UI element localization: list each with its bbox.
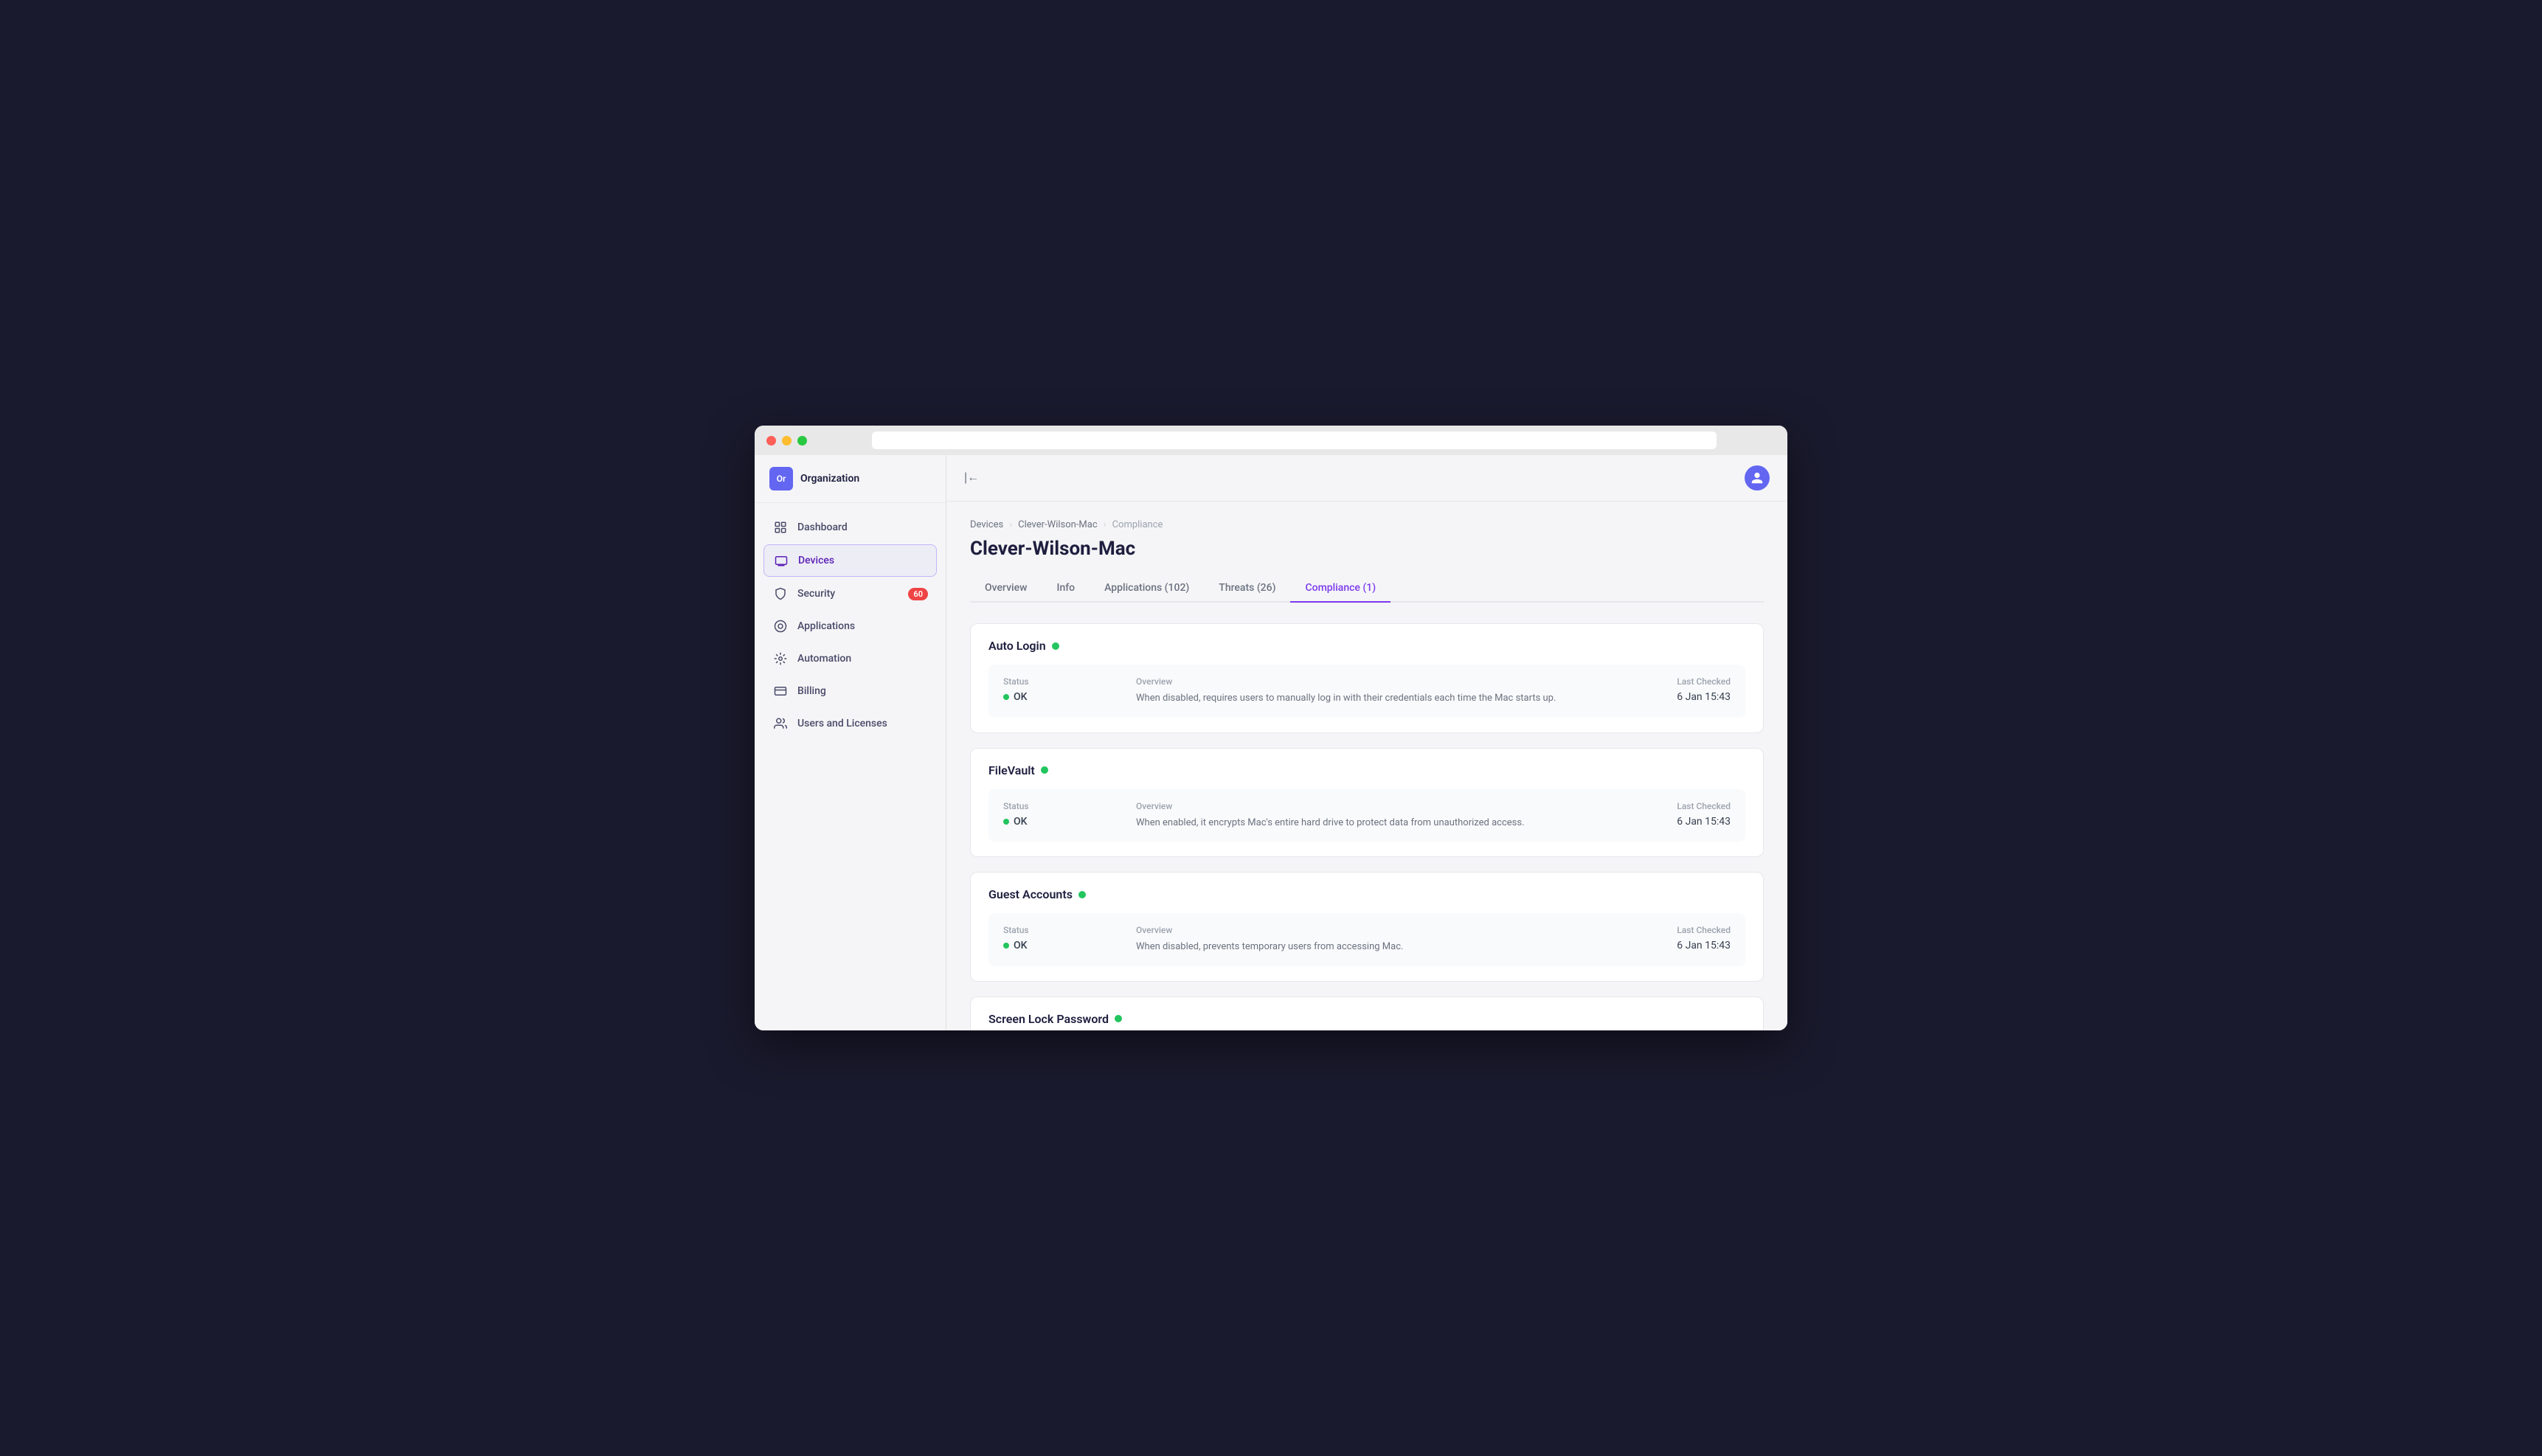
tab-overview[interactable]: Overview [970, 575, 1042, 603]
sidebar-item-dashboard[interactable]: Dashboard [763, 512, 937, 543]
tabs: Overview Info Applications (102) Threats… [970, 575, 1764, 603]
sidebar-item-label: Security [797, 588, 835, 600]
tab-compliance[interactable]: Compliance (1) [1290, 575, 1391, 603]
breadcrumb-current: Compliance [1112, 519, 1163, 530]
app-layout: Or Organization Dashboard [755, 455, 1787, 1030]
status-value: OK [1003, 691, 1136, 703]
last-checked-value: 6 Jan 15:43 [1598, 940, 1731, 951]
last-checked-col: Last Checked 6 Jan 15:43 [1598, 925, 1731, 954]
security-icon [772, 586, 789, 602]
status-value: OK [1003, 816, 1136, 828]
overview-col: Overview When disabled, requires users t… [1136, 676, 1598, 706]
sidebar-item-label: Dashboard [797, 521, 848, 533]
compliance-section-screen-lock: Screen Lock Password Status OK Over [970, 996, 1764, 1031]
section-title-screen-lock: Screen Lock Password [988, 1012, 1745, 1026]
status-col: Status OK [1003, 801, 1136, 831]
top-bar: |← [946, 455, 1787, 502]
overview-text: When enabled, it encrypts Mac's entire h… [1136, 816, 1598, 831]
last-checked-value: 6 Jan 15:43 [1598, 691, 1731, 703]
close-button[interactable] [766, 436, 776, 446]
overview-col: Overview When enabled, it encrypts Mac's… [1136, 801, 1598, 831]
sidebar-item-devices[interactable]: Devices [763, 544, 937, 577]
user-avatar[interactable] [1745, 465, 1770, 490]
sidebar-item-label: Users and Licenses [797, 718, 887, 729]
tab-applications[interactable]: Applications (102) [1090, 575, 1204, 603]
browser-window: Or Organization Dashboard [755, 426, 1787, 1030]
sidebar-nav: Dashboard Devices [755, 503, 946, 748]
org-initial: Or [777, 474, 786, 484]
automation-icon [772, 651, 789, 667]
browser-chrome [755, 426, 1787, 455]
org-avatar: Or [769, 467, 793, 490]
org-header[interactable]: Or Organization [755, 455, 946, 503]
compliance-section-guest-accounts: Guest Accounts Status OK Overview [970, 872, 1764, 982]
sidebar-item-applications[interactable]: Applications [763, 611, 937, 642]
status-dot-guest-accounts [1078, 891, 1086, 898]
section-title-auto-login: Auto Login [988, 639, 1745, 653]
collapse-sidebar-button[interactable]: |← [964, 471, 979, 485]
sidebar-item-users-licenses[interactable]: Users and Licenses [763, 708, 937, 739]
overview-text: When disabled, prevents temporary users … [1136, 940, 1598, 954]
compliance-card-guest-accounts: Status OK Overview When disabled, preven… [988, 913, 1745, 966]
status-dot-filevault [1041, 766, 1048, 774]
sidebar-item-label: Automation [797, 653, 851, 665]
overview-text: When disabled, requires users to manuall… [1136, 691, 1598, 706]
sidebar-item-security[interactable]: Security 60 [763, 578, 937, 609]
compliance-section-filevault: FileVault Status OK Overview [970, 748, 1764, 858]
devices-icon [773, 552, 789, 569]
sidebar-item-billing[interactable]: Billing [763, 676, 937, 707]
tab-threats[interactable]: Threats (26) [1204, 575, 1290, 603]
status-dot-screen-lock [1115, 1015, 1122, 1022]
org-name: Organization [800, 473, 859, 485]
sidebar-item-label: Billing [797, 685, 826, 697]
last-checked-value: 6 Jan 15:43 [1598, 816, 1731, 828]
applications-icon [772, 618, 789, 634]
status-col: Status OK [1003, 676, 1136, 706]
sidebar-item-automation[interactable]: Automation [763, 643, 937, 674]
content-area: Devices › Clever-Wilson-Mac › Compliance… [946, 502, 1787, 1030]
main-content: |← Devices › Clever-Wilson-Mac › Complia… [946, 455, 1787, 1030]
address-bar[interactable] [872, 431, 1717, 449]
status-dot-auto-login [1052, 642, 1059, 650]
dashboard-icon [772, 519, 789, 535]
users-icon [772, 715, 789, 732]
overview-col: Overview When disabled, prevents tempora… [1136, 925, 1598, 954]
sidebar: Or Organization Dashboard [755, 455, 946, 1030]
billing-icon [772, 683, 789, 699]
sidebar-item-label: Devices [798, 555, 834, 566]
breadcrumb-device[interactable]: Clever-Wilson-Mac [1018, 519, 1098, 530]
compliance-card-auto-login: Status OK Overview When disabled, requir… [988, 665, 1745, 718]
section-title-guest-accounts: Guest Accounts [988, 887, 1745, 901]
tab-info[interactable]: Info [1042, 575, 1090, 603]
page-title: Clever-Wilson-Mac [970, 538, 1764, 560]
maximize-button[interactable] [797, 436, 807, 446]
security-badge: 60 [908, 588, 928, 600]
compliance-card-filevault: Status OK Overview When enabled, it encr… [988, 789, 1745, 842]
status-value: OK [1003, 940, 1136, 951]
last-checked-col: Last Checked 6 Jan 15:43 [1598, 801, 1731, 831]
compliance-section-auto-login: Auto Login Status OK Overview [970, 623, 1764, 733]
status-col: Status OK [1003, 925, 1136, 954]
breadcrumb: Devices › Clever-Wilson-Mac › Compliance [970, 519, 1764, 530]
last-checked-col: Last Checked 6 Jan 15:43 [1598, 676, 1731, 706]
section-title-filevault: FileVault [988, 763, 1745, 777]
minimize-button[interactable] [782, 436, 792, 446]
breadcrumb-devices[interactable]: Devices [970, 519, 1003, 530]
sidebar-item-label: Applications [797, 620, 855, 632]
